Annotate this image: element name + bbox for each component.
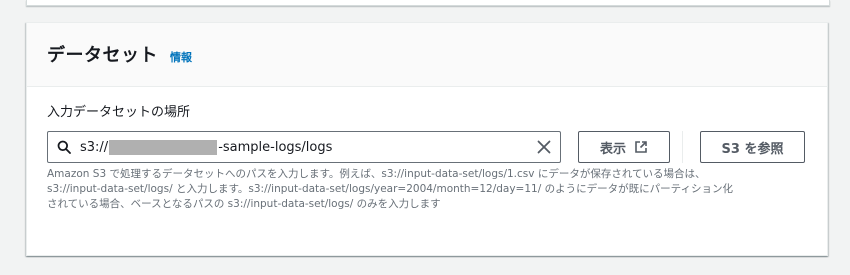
- help-text-line: s3://input-data-set/logs/ と入力します。s3://in…: [47, 183, 733, 195]
- external-link-icon: [634, 140, 648, 154]
- close-icon[interactable]: [536, 139, 552, 155]
- location-row: s3:// -sample-logs/logs 表示 S3 を参照: [47, 131, 807, 163]
- panel-body: 入力データセットの場所 s3:// -sample-logs/logs 表示 S…: [27, 87, 827, 212]
- info-link[interactable]: 情報: [170, 49, 192, 65]
- value-suffix: -sample-logs/logs: [218, 139, 333, 155]
- button-divider: [682, 131, 683, 163]
- view-button[interactable]: 表示: [578, 131, 670, 163]
- dataset-panel: データセット 情報 入力データセットの場所 s3:// -sample-logs…: [26, 22, 828, 256]
- panel-title: データセット: [47, 45, 158, 66]
- previous-panel-edge: [26, 0, 830, 6]
- dataset-location-input[interactable]: s3:// -sample-logs/logs: [47, 131, 561, 163]
- dataset-location-help: Amazon S3 で処理するデータセットへのパスを入力します。例えば、s3:/…: [47, 167, 807, 212]
- help-text-line: されている場合、ベースとなるパスの s3://input-data-set/lo…: [47, 198, 441, 210]
- panel-header: データセット 情報: [27, 23, 827, 87]
- dataset-location-value[interactable]: s3:// -sample-logs/logs: [80, 139, 536, 155]
- value-prefix: s3://: [80, 139, 109, 155]
- view-button-label: 表示: [599, 141, 626, 157]
- redacted-bucket-name: [109, 139, 218, 155]
- browse-s3-button-label: S3 を参照: [721, 141, 784, 157]
- search-icon: [57, 140, 71, 154]
- dataset-location-label: 入力データセットの場所: [47, 105, 191, 120]
- help-text-line: Amazon S3 で処理するデータセットへのパスを入力します。例えば、s3:/…: [47, 168, 706, 180]
- browse-s3-button[interactable]: S3 を参照: [700, 131, 805, 163]
